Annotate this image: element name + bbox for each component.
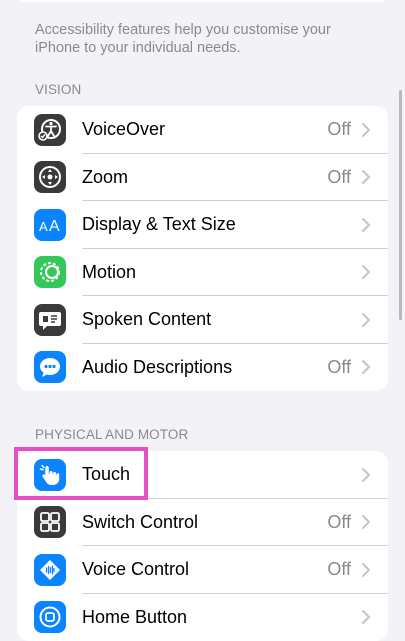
- row-zoom[interactable]: Zoom Off: [17, 154, 388, 202]
- row-voiceover[interactable]: VoiceOver Off: [17, 106, 388, 154]
- row-label: Motion: [82, 262, 136, 283]
- chevron-right-icon: [361, 122, 371, 138]
- row-label: Audio Descriptions: [82, 357, 232, 378]
- motion-icon: [34, 256, 66, 288]
- row-label: Touch: [82, 464, 130, 485]
- section-header-vision: VISION: [35, 82, 81, 97]
- scrollbar[interactable]: [399, 90, 402, 320]
- row-value: Off: [327, 119, 351, 140]
- svg-text:A: A: [49, 218, 60, 235]
- chevron-right-icon: [361, 312, 371, 328]
- row-switch-control[interactable]: Switch Control Off: [17, 499, 388, 547]
- previous-card-edge: [17, 0, 388, 2]
- row-label: Switch Control: [82, 512, 198, 533]
- chevron-right-icon: [361, 467, 371, 483]
- chevron-right-icon: [361, 562, 371, 578]
- spoken-content-icon: [34, 304, 66, 336]
- row-display-text-size[interactable]: AA Display & Text Size: [17, 201, 388, 249]
- home-button-icon: [34, 601, 66, 633]
- row-label: Display & Text Size: [82, 214, 236, 235]
- display-text-size-icon: AA: [34, 209, 66, 241]
- row-home-button[interactable]: Home Button: [17, 594, 388, 641]
- section-header-physical-and-motor: PHYSICAL AND MOTOR: [35, 427, 188, 442]
- voice-control-icon: [34, 554, 66, 586]
- row-value: Off: [327, 559, 351, 580]
- row-value: Off: [327, 167, 351, 188]
- row-label: VoiceOver: [82, 119, 165, 140]
- row-value: Off: [327, 357, 351, 378]
- switch-control-icon: [34, 506, 66, 538]
- zoom-icon: [34, 161, 66, 193]
- row-label: Spoken Content: [82, 309, 211, 330]
- row-label: Home Button: [82, 607, 187, 628]
- chevron-right-icon: [361, 609, 371, 625]
- accessibility-intro-text: Accessibility features help you customis…: [35, 21, 355, 57]
- chevron-right-icon: [361, 264, 371, 280]
- row-audio-descriptions[interactable]: Audio Descriptions Off: [17, 344, 388, 392]
- row-label: Voice Control: [82, 559, 189, 580]
- chevron-right-icon: [361, 359, 371, 375]
- chevron-right-icon: [361, 514, 371, 530]
- physical-motor-group: Touch Switch Control Off Voice Control O…: [17, 451, 388, 641]
- vision-group: VoiceOver Off Zoom Off AA Display & Text…: [17, 106, 388, 391]
- row-voice-control[interactable]: Voice Control Off: [17, 546, 388, 594]
- audio-descriptions-icon: [34, 351, 66, 383]
- row-label: Zoom: [82, 167, 128, 188]
- voiceover-icon: [34, 114, 66, 146]
- chevron-right-icon: [361, 217, 371, 233]
- row-motion[interactable]: Motion: [17, 249, 388, 297]
- chevron-right-icon: [361, 169, 371, 185]
- row-touch[interactable]: Touch: [17, 451, 388, 499]
- row-spoken-content[interactable]: Spoken Content: [17, 296, 388, 344]
- row-value: Off: [327, 512, 351, 533]
- svg-text:A: A: [39, 219, 48, 234]
- touch-hand-icon: [34, 459, 66, 491]
